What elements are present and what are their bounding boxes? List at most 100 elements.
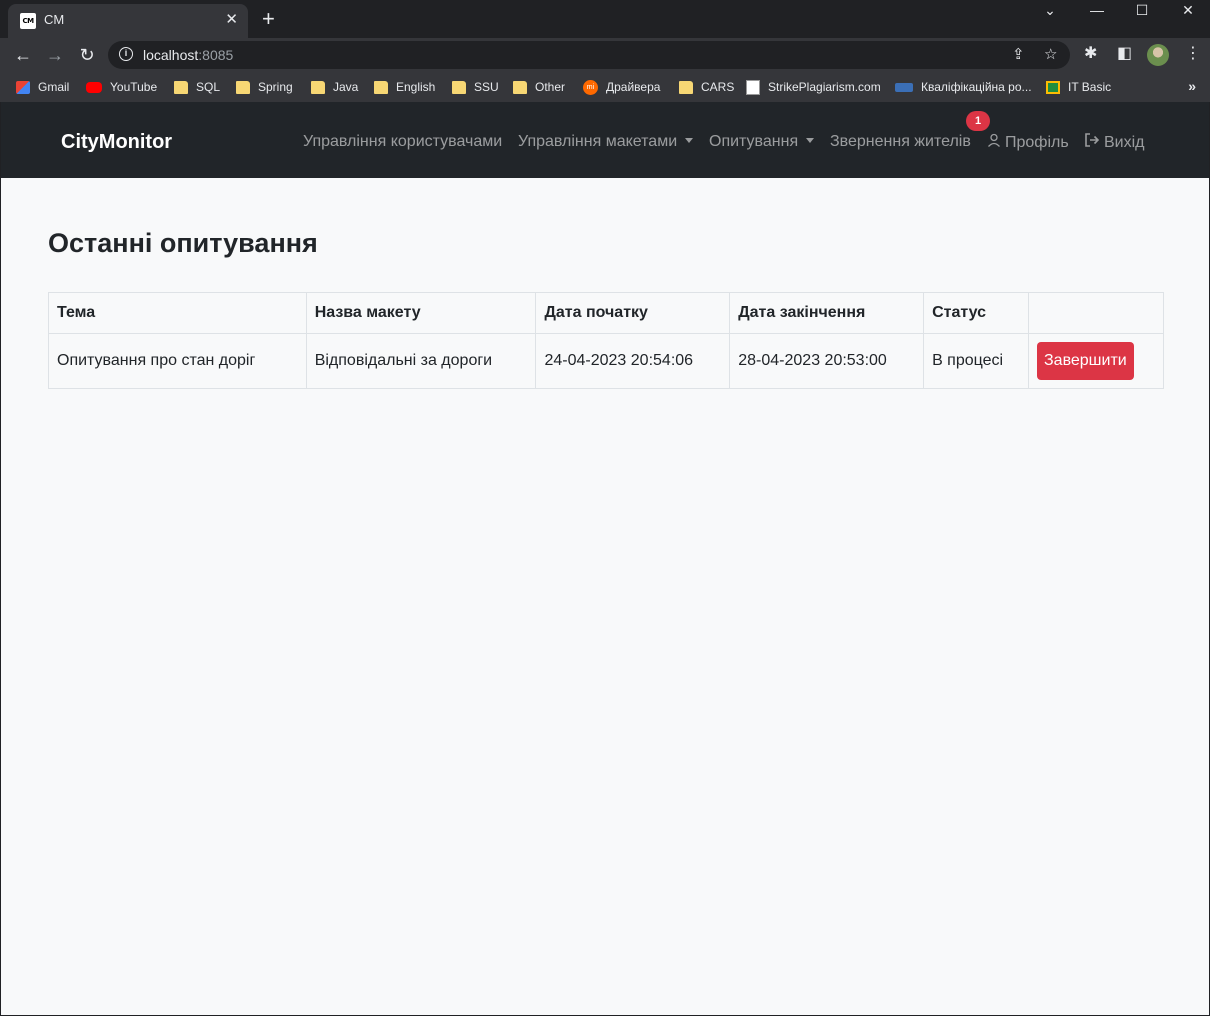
nav-layouts-label: Управління макетами — [518, 133, 678, 150]
maximize-button[interactable]: ☐ — [1132, 2, 1152, 19]
surveys-table: Тема Назва макету Дата початку Дата закі… — [48, 292, 1164, 389]
bookmark-ssu[interactable]: SSU — [452, 79, 499, 95]
nav-appeals[interactable]: Звернення жителів — [830, 133, 971, 151]
bookmark-java[interactable]: Java — [311, 79, 358, 95]
gmail-icon — [16, 80, 30, 94]
minimize-button[interactable]: — — [1087, 2, 1107, 18]
app-navbar: CityMonitor Управління користувачами Упр… — [1, 102, 1209, 178]
logout-icon — [1084, 133, 1100, 152]
tab-close-icon[interactable]: ✕ — [225, 11, 238, 29]
survey-status: В процесі — [923, 333, 1029, 389]
close-window-button[interactable]: ✕ — [1178, 2, 1198, 19]
survey-layout: Відповідальні за дороги — [305, 333, 537, 389]
bookmark-label: CARS — [701, 80, 735, 94]
table-row: Опитування про стан доріг Відповідальні … — [48, 333, 1164, 389]
bookmark-star-icon[interactable]: ☆ — [1044, 45, 1057, 63]
chevron-down-icon — [685, 138, 694, 143]
site-info-icon[interactable]: i — [119, 47, 133, 61]
browser-menu-icon[interactable]: ⋮ — [1185, 44, 1201, 64]
column-header: Дата закінчення — [729, 292, 925, 334]
new-tab-button[interactable]: + — [262, 7, 275, 31]
folder-icon — [374, 80, 388, 94]
profile-avatar[interactable] — [1147, 44, 1169, 66]
bookmark-label: Драйвера — [606, 80, 661, 94]
bookmark-label: SSU — [474, 80, 499, 94]
folder-icon — [311, 80, 325, 94]
bookmark-other[interactable]: Other — [513, 79, 565, 95]
bookmark-english[interactable]: English — [374, 79, 435, 95]
browser-tab[interactable]: CM CM ✕ — [8, 4, 248, 38]
tab-favicon: CM — [20, 13, 36, 29]
chevron-down-icon — [806, 138, 815, 143]
nav-users[interactable]: Управління користувачами — [303, 133, 502, 151]
bookmark-label: Gmail — [38, 80, 70, 94]
folder-icon — [452, 80, 466, 94]
nav-layouts-dropdown[interactable]: Управління макетами — [518, 133, 694, 151]
survey-start-date: 24-04-2023 20:54:06 — [535, 333, 731, 389]
extensions-icon[interactable]: ✱ — [1084, 44, 1097, 64]
youtube-icon — [86, 81, 102, 93]
bookmark-label: IT Basic — [1068, 80, 1112, 94]
column-header: Назва макету — [305, 292, 537, 334]
survey-topic: Опитування про стан доріг — [48, 333, 307, 389]
nav-logout-label: Вихід — [1104, 134, 1145, 151]
survey-action-cell: Завершити — [1028, 333, 1164, 389]
bookmark-label: Java — [333, 80, 359, 94]
side-panel-icon[interactable]: ◧ — [1117, 44, 1132, 64]
site-icon — [895, 82, 913, 92]
share-icon[interactable]: ⇪ — [1012, 45, 1025, 63]
nav-profile-label: Профіль — [1005, 134, 1069, 151]
folder-icon — [174, 80, 188, 94]
bookmark-strikeplagiarism[interactable]: StrikePlagiarism.com — [746, 79, 881, 95]
url-text: localhost:8085 — [143, 47, 233, 63]
bookmark-youtube[interactable]: YouTube — [86, 79, 157, 95]
reload-button[interactable]: ↻ — [75, 43, 99, 67]
bookmark-it-basic[interactable]: IT Basic — [1046, 79, 1111, 95]
tab-title: CM — [44, 12, 65, 27]
browser-tabstrip: CM CM ✕ + ⌄ — ☐ ✕ — [0, 0, 1210, 38]
table-header-row: Тема Назва макету Дата початку Дата закі… — [48, 292, 1164, 334]
tab-search-icon[interactable]: ⌄ — [1040, 2, 1060, 19]
person-icon — [987, 133, 1001, 152]
survey-end-date: 28-04-2023 20:53:00 — [729, 333, 925, 389]
document-icon — [746, 79, 760, 95]
classroom-icon — [1046, 80, 1060, 94]
nav-logout[interactable]: Вихід — [1084, 133, 1145, 152]
brand-logo[interactable]: CityMonitor — [61, 131, 172, 154]
address-bar[interactable]: i localhost:8085 ⇪ ☆ — [108, 41, 1070, 69]
folder-icon — [513, 80, 527, 94]
bookmarks-bar: Gmail YouTube SQL Spring Java English SS… — [0, 72, 1210, 102]
nav-surveys-dropdown[interactable]: Опитування — [709, 133, 815, 151]
url-port: :8085 — [198, 47, 234, 63]
nav-surveys-label: Опитування — [709, 133, 799, 150]
bookmark-label: SQL — [196, 80, 221, 94]
bookmark-label: Кваліфікаційна ро... — [921, 80, 1032, 94]
column-header: Дата початку — [535, 292, 731, 334]
folder-icon — [236, 80, 250, 94]
bookmark-cars[interactable]: CARS — [679, 79, 734, 95]
bookmark-qualification[interactable]: Кваліфікаційна ро... — [895, 79, 1032, 95]
bookmark-drivers[interactable]: mi Драйвера — [583, 79, 660, 95]
bookmarks-overflow-icon[interactable]: » — [1188, 78, 1196, 94]
finish-survey-button[interactable]: Завершити — [1037, 342, 1134, 380]
folder-icon — [679, 80, 693, 94]
bookmark-label: YouTube — [110, 80, 158, 94]
nav-profile[interactable]: Профіль — [987, 133, 1069, 152]
bookmark-spring[interactable]: Spring — [236, 79, 293, 95]
back-button[interactable]: ← — [11, 43, 35, 67]
bookmark-gmail[interactable]: Gmail — [16, 79, 69, 95]
bookmark-label: StrikePlagiarism.com — [768, 80, 881, 94]
bookmark-label: English — [396, 80, 436, 94]
bookmark-label: Other — [535, 80, 566, 94]
url-host: localhost — [143, 47, 199, 63]
forward-button[interactable]: → — [43, 43, 67, 67]
page-viewport: CityMonitor Управління користувачами Упр… — [1, 102, 1209, 1015]
bookmark-label: Spring — [258, 80, 293, 94]
column-header: Тема — [48, 292, 307, 334]
bookmark-sql[interactable]: SQL — [174, 79, 220, 95]
appeals-count-badge: 1 — [966, 111, 990, 131]
column-header — [1028, 292, 1164, 334]
browser-toolbar: ← → ↻ i localhost:8085 ⇪ ☆ ✱ ◧ ⋮ — [0, 38, 1210, 72]
mi-icon: mi — [583, 79, 598, 95]
page-title: Останні опитування — [48, 228, 318, 258]
